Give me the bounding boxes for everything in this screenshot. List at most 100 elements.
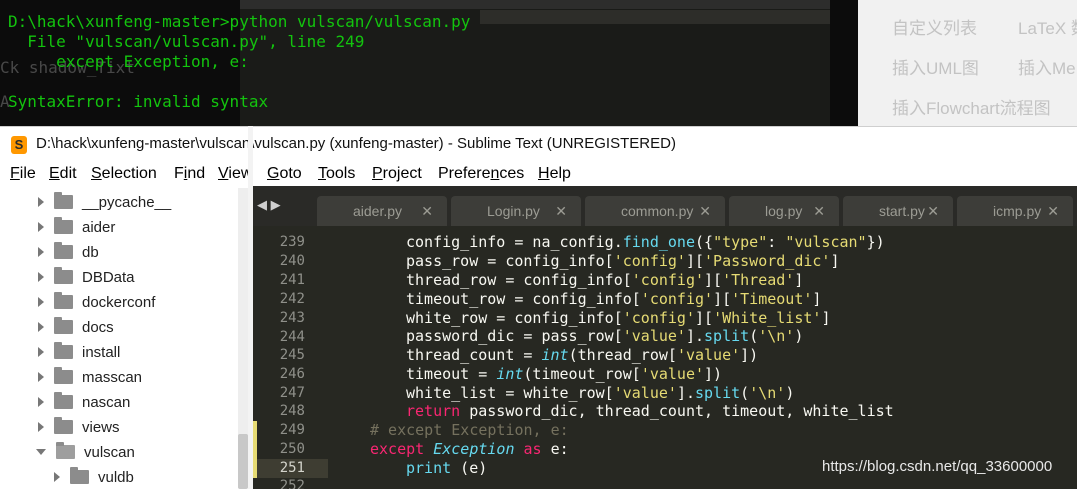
folder-label: dockerconf xyxy=(82,293,156,311)
folder-item-db[interactable]: db xyxy=(38,240,99,264)
line-number: 240 xyxy=(279,253,305,269)
line-number: 246 xyxy=(279,366,305,382)
menu-project[interactable]: Project xyxy=(372,165,422,183)
sidebar-scrollbar-thumb[interactable] xyxy=(238,434,248,489)
folder-icon xyxy=(54,342,73,359)
code-line: return password_dic, thread_count, timeo… xyxy=(406,402,894,420)
folder-item-aider[interactable]: aider xyxy=(38,215,115,239)
chevron-right-icon[interactable] xyxy=(38,422,44,432)
chevron-right-icon[interactable] xyxy=(38,247,44,257)
line-number: 247 xyxy=(279,385,305,401)
sublime-logo-icon: S xyxy=(11,136,27,154)
tab-nav-arrows-icon[interactable]: ◀ ▶ xyxy=(257,197,281,213)
code-line: thread_row = config_info['config']['Thre… xyxy=(406,271,804,289)
menu-file[interactable]: File xyxy=(10,165,36,183)
tab-start[interactable]: start.py ✕ xyxy=(843,196,953,226)
close-icon[interactable]: ✕ xyxy=(699,203,711,220)
folder-item-dbdata[interactable]: DBData xyxy=(38,265,135,289)
chevron-right-icon[interactable] xyxy=(38,197,44,207)
tab-label: start.py xyxy=(879,203,925,219)
chevron-right-icon[interactable] xyxy=(38,397,44,407)
tab-label: common.py xyxy=(621,203,694,219)
close-icon[interactable]: ✕ xyxy=(813,203,825,220)
sublime-window: S D:\hack\xunfeng-master\vulscan\vulscan… xyxy=(0,126,1077,489)
web-menu-item: LaTeX 数 xyxy=(1018,19,1077,38)
folder-item-dockerconf[interactable]: dockerconf xyxy=(38,290,155,314)
terminal-line: D:\hack\xunfeng-master>python vulscan/vu… xyxy=(8,12,471,31)
menu-tools[interactable]: Tools xyxy=(318,165,355,183)
close-icon[interactable]: ✕ xyxy=(1047,203,1059,220)
tab-icmp[interactable]: icmp.py ✕ xyxy=(957,196,1073,226)
code-line: white_list = white_row['value'].split('\… xyxy=(406,384,795,402)
terminal-error-line: SyntaxError: invalid syntax xyxy=(8,92,269,111)
close-icon[interactable]: ✕ xyxy=(421,203,433,220)
menu-goto[interactable]: Goto xyxy=(267,165,302,183)
chevron-right-icon[interactable] xyxy=(38,372,44,382)
folder-item-views[interactable]: views xyxy=(38,415,120,439)
web-menu-item: 插入Flowchart流程图 xyxy=(892,99,1051,118)
close-icon[interactable]: ✕ xyxy=(555,203,567,220)
folder-item-nascan[interactable]: nascan xyxy=(38,390,130,414)
window-title: D:\hack\xunfeng-master\vulscan\vulscan.p… xyxy=(36,135,676,152)
folder-label: docs xyxy=(82,318,114,336)
terminal-line: File "vulscan/vulscan.py", line 249 xyxy=(8,32,365,51)
title-bar[interactable]: S D:\hack\xunfeng-master\vulscan\vulscan… xyxy=(0,126,1077,163)
menu-preferences[interactable]: Preferences xyxy=(438,165,524,183)
chevron-right-icon[interactable] xyxy=(38,347,44,357)
chevron-right-icon[interactable] xyxy=(38,322,44,332)
folder-item-vuldb[interactable]: vuldb xyxy=(54,465,134,489)
web-menu-item: 自定义列表 xyxy=(892,19,977,38)
menu-find[interactable]: Find xyxy=(174,165,205,183)
folder-item-masscan[interactable]: masscan xyxy=(38,365,142,389)
tab-log[interactable]: log.py ✕ xyxy=(729,196,839,226)
menu-help[interactable]: Help xyxy=(538,165,571,183)
chevron-right-icon[interactable] xyxy=(38,222,44,232)
folder-label: views xyxy=(82,418,120,436)
watermark-text: https://blog.csdn.net/qq_33600000 xyxy=(822,458,1053,475)
menu-selection[interactable]: Selection xyxy=(91,165,157,183)
code-line: config_info = na_config.find_one({"type"… xyxy=(406,233,885,251)
code-line: timeout = int(timeout_row['value']) xyxy=(406,365,723,383)
tab-aider[interactable]: aider.py ✕ xyxy=(317,196,447,226)
folder-item-install[interactable]: install xyxy=(38,340,120,364)
folder-icon xyxy=(54,417,73,434)
tab-label: log.py xyxy=(765,203,803,219)
folder-item-docs[interactable]: docs xyxy=(38,315,114,339)
chevron-right-icon[interactable] xyxy=(54,472,60,482)
code-line: thread_count = int(thread_row['value']) xyxy=(406,346,759,364)
line-number: 244 xyxy=(279,329,305,345)
folder-icon xyxy=(54,267,73,284)
line-number: 241 xyxy=(279,272,305,288)
folder-label: nascan xyxy=(82,393,131,411)
sidebar-file-tree: __pycache__ aider db DBData dockerconf d… xyxy=(0,186,252,489)
background-desktop: Ck shadow_Tixt A 自定义列表 LaTeX 数 插入UML图 插入… xyxy=(0,0,1077,126)
folder-icon xyxy=(54,292,73,309)
tab-label: icmp.py xyxy=(993,203,1042,219)
code-editor[interactable]: 239 240 241 242 243 244 245 246 247 248 … xyxy=(253,226,1077,489)
menu-edit[interactable]: Edit xyxy=(49,165,77,183)
chevron-right-icon[interactable] xyxy=(38,297,44,307)
background-editor-menubar xyxy=(240,0,830,9)
tab-login[interactable]: Login.py ✕ xyxy=(451,196,581,226)
folder-item-pycache[interactable]: __pycache__ xyxy=(38,190,171,214)
chevron-down-icon[interactable] xyxy=(36,449,46,455)
line-number-current: 251 xyxy=(279,460,305,476)
code-line: password_dic = pass_row['value'].split('… xyxy=(406,327,804,345)
web-menu-item: 插入UML图 xyxy=(892,59,979,78)
chevron-right-icon[interactable] xyxy=(38,272,44,282)
line-number: 243 xyxy=(279,310,305,326)
sidebar-scrollbar[interactable] xyxy=(238,188,248,489)
folder-icon xyxy=(54,317,73,334)
folder-label: aider xyxy=(82,218,116,236)
close-icon[interactable]: ✕ xyxy=(927,203,939,220)
folder-label: install xyxy=(82,343,121,361)
line-number: 242 xyxy=(279,291,305,307)
folder-item-vulscan[interactable]: vulscan xyxy=(36,440,135,464)
tab-label: Login.py xyxy=(487,203,540,219)
line-number: 252 xyxy=(279,478,305,489)
folder-label: masscan xyxy=(82,368,143,386)
tab-common[interactable]: common.py ✕ xyxy=(585,196,725,226)
folder-label: vuldb xyxy=(98,468,134,486)
folder-icon xyxy=(54,392,73,409)
line-number: 250 xyxy=(279,441,305,457)
